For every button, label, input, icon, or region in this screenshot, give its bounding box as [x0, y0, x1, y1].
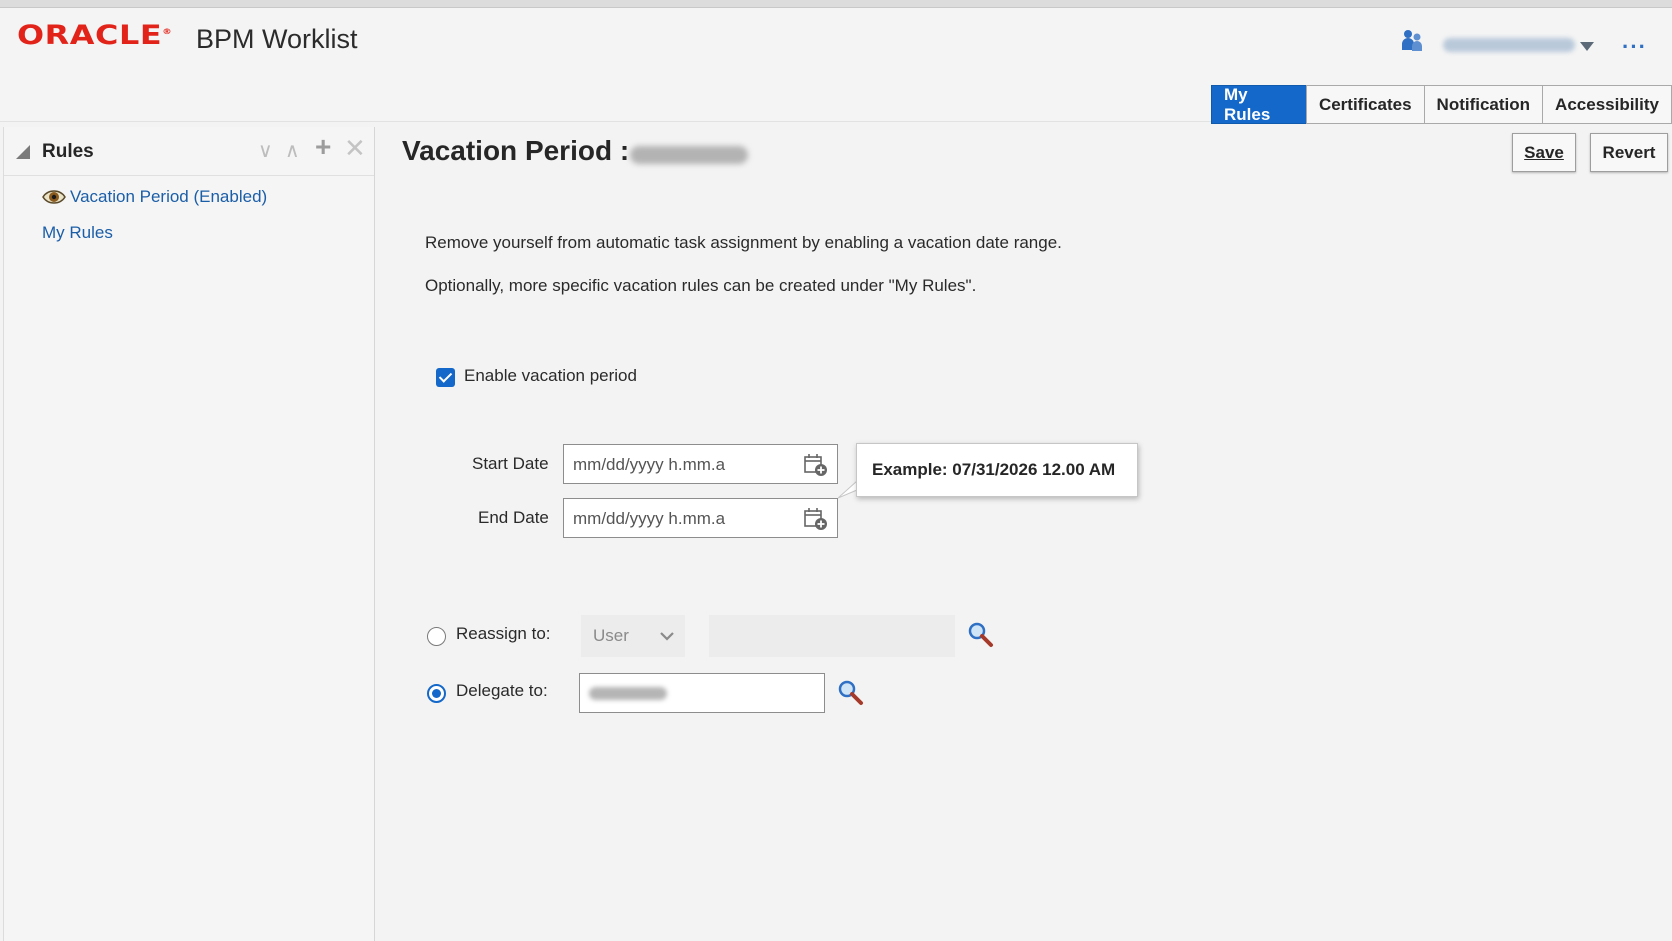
tree-item-label: My Rules: [42, 223, 113, 242]
start-date-input[interactable]: [571, 454, 791, 476]
delete-rule-icon[interactable]: ✕: [344, 133, 366, 164]
date-format-tooltip: Example: 07/31/2026 12.00 AM: [856, 443, 1138, 497]
enable-vacation-checkbox[interactable]: [436, 368, 455, 387]
rules-panel-header: Rules ∨ ∧ + ✕: [4, 127, 374, 176]
user-name-redacted[interactable]: [1443, 38, 1575, 52]
tab-notification[interactable]: Notification: [1423, 85, 1544, 124]
users-icon[interactable]: [1398, 26, 1426, 54]
revert-button[interactable]: Revert: [1590, 133, 1668, 172]
delegate-user-input[interactable]: [579, 673, 825, 713]
settings-tabs: My Rules Certificates Notification Acces…: [1211, 85, 1672, 124]
more-options-icon[interactable]: ···: [1622, 34, 1647, 60]
app-header: ORACLE® BPM Worklist ··· My Rules Certif…: [0, 8, 1672, 124]
page-title: Vacation Period :: [402, 135, 630, 166]
oracle-logo: ORACLE®: [17, 20, 173, 51]
collapse-triangle-icon[interactable]: [16, 145, 30, 159]
tree-item-my-rules[interactable]: My Rules: [42, 223, 113, 243]
reassign-radio[interactable]: [427, 627, 446, 646]
window-top-border: [0, 0, 1672, 8]
tooltip-pointer: [838, 481, 858, 499]
redacted-user-name: [630, 146, 748, 164]
end-date-input[interactable]: [571, 508, 791, 530]
app-title: BPM Worklist: [196, 24, 358, 54]
calendar-icon[interactable]: [803, 452, 829, 478]
tree-item-label: Vacation Period (Enabled): [70, 187, 268, 206]
redacted-delegate-name: [589, 687, 667, 700]
tab-certificates[interactable]: Certificates: [1305, 85, 1425, 124]
search-icon[interactable]: [966, 620, 994, 648]
move-up-icon[interactable]: ∧: [285, 138, 300, 163]
reassign-type-value: User: [593, 626, 629, 645]
search-icon[interactable]: [836, 678, 864, 706]
end-date-field[interactable]: [563, 498, 838, 538]
chevron-down-icon: [660, 632, 674, 641]
start-date-label: Start Date: [472, 454, 549, 473]
rules-panel: Rules ∨ ∧ + ✕ Vacation Period (Enabled) …: [3, 127, 375, 941]
end-date-label: End Date: [478, 508, 549, 527]
reassign-label[interactable]: Reassign to:: [456, 624, 551, 644]
eye-icon: [42, 190, 66, 204]
move-down-icon[interactable]: ∨: [258, 138, 273, 163]
reassign-type-select[interactable]: User: [581, 615, 685, 657]
reassign-user-input[interactable]: [709, 615, 955, 657]
tab-accessibility[interactable]: Accessibility: [1542, 85, 1672, 124]
save-button[interactable]: Save: [1512, 133, 1576, 172]
tree-item-vacation-period[interactable]: Vacation Period (Enabled): [42, 187, 267, 207]
chevron-down-icon[interactable]: [1580, 42, 1594, 51]
tab-my-rules[interactable]: My Rules: [1211, 85, 1307, 124]
calendar-icon[interactable]: [803, 506, 829, 532]
add-rule-icon[interactable]: +: [315, 131, 331, 163]
description-text-secondary: Optionally, more specific vacation rules…: [425, 276, 977, 295]
enable-vacation-label[interactable]: Enable vacation period: [464, 366, 637, 386]
description-text: Remove yourself from automatic task assi…: [425, 233, 1062, 252]
start-date-field[interactable]: [563, 444, 838, 484]
delegate-label[interactable]: Delegate to:: [456, 681, 548, 701]
rules-panel-title: Rules: [42, 141, 94, 162]
delegate-radio[interactable]: [427, 684, 446, 703]
